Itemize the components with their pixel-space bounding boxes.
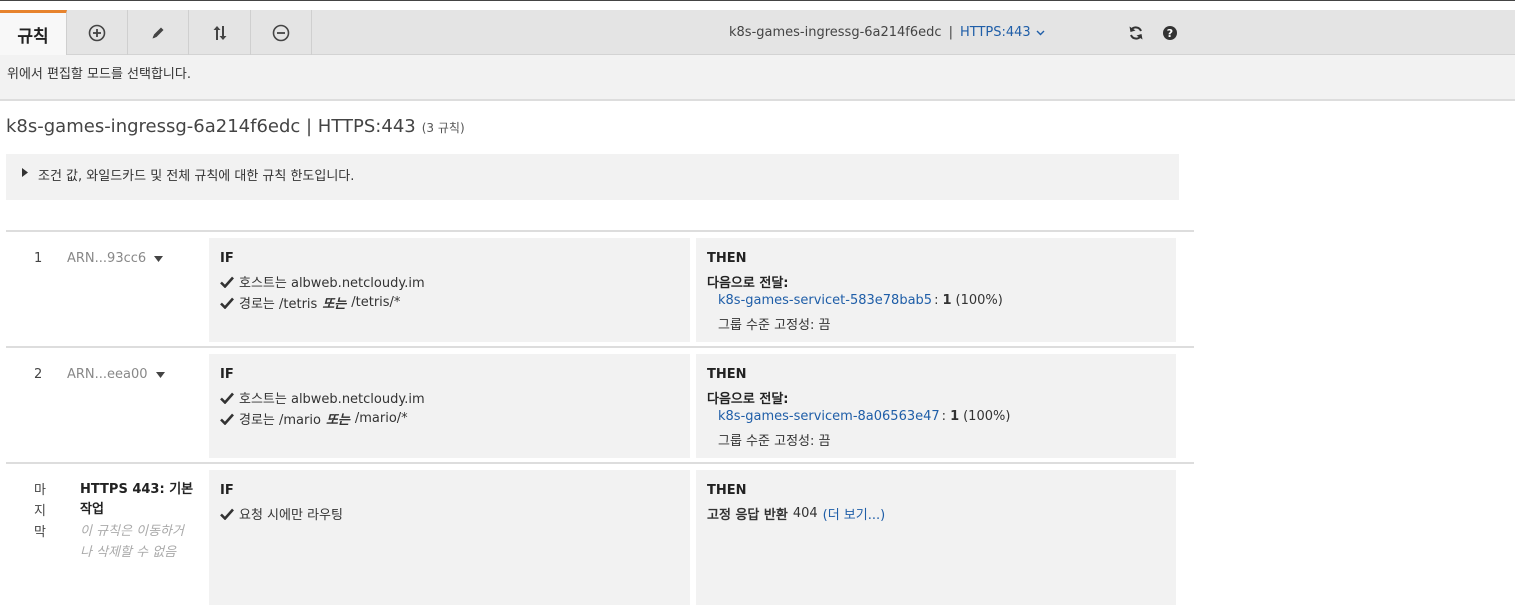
or-keyword: 또는 [325,413,350,428]
mode-hint-bar: 위에서 편집할 모드를 선택합니다. [0,55,1515,101]
top-border [0,0,1515,1]
default-rule-row: 마 지 막 HTTPS 443: 기본 작업 이 규칙은 이동하거나 삭제할 수… [6,462,1194,605]
rule-arn-dropdown[interactable]: ARN...eea00 [67,367,165,382]
listener-dropdown[interactable]: HTTPS:443 [960,25,1031,40]
rule-number: 1 [34,251,43,266]
target-percent: (100%) [955,293,1003,308]
target-weight: 1 [942,293,952,308]
stickiness-text: 그룹 수준 고정성: 끔 [718,434,831,449]
default-rule-number-char: 막 [34,525,46,540]
status-code: 404 [792,506,818,521]
edit-rules-button[interactable] [128,10,189,55]
check-icon [220,297,234,309]
if-label: IF [220,367,234,382]
forward-label: 다음으로 전달: [707,276,789,291]
path-condition: 경로는 /mario 또는/mario/* [220,409,408,428]
title-separator: | [948,25,953,40]
rule-row: 1 ARN...93cc6 IF 호스트는 albweb.netcloudy.i… [6,230,1194,346]
sort-icon [213,25,226,40]
target-weight: 1 [950,409,960,424]
help-button[interactable]: ? [1162,10,1178,55]
host-condition-text: 호스트는 albweb.netcloudy.im [239,276,425,291]
target-group-entry: k8s-games-servicem-8a06563e47:1 (100%) [718,409,1010,424]
rule-actions: THEN 고정 응답 반환 404 (더 보기...) [696,470,1176,605]
target-percent: (100%) [963,409,1011,424]
rule-number: 2 [34,367,43,382]
rule-limits-expander[interactable]: 조건 값, 와일드카드 및 전체 규칙에 대한 규칙 한도입니다. [6,154,1179,200]
or-keyword: 또는 [322,297,347,312]
rule-conditions: IF 호스트는 albweb.netcloudy.im 경로는 /tetris 또… [209,238,690,342]
minus-circle-icon [272,24,290,41]
stickiness-text: 그룹 수준 고정성: 끔 [718,318,831,333]
default-rule-number-char: 지 [34,504,46,519]
host-condition: 호스트는 albweb.netcloudy.im [220,272,425,291]
host-condition-text: 호스트는 albweb.netcloudy.im [239,392,425,407]
forward-label: 다음으로 전달: [707,392,789,407]
default-rule-number-char: 마 [34,483,46,498]
tab-rules-label: 규칙 [17,27,49,47]
then-label: THEN [707,483,747,498]
target-group-link[interactable]: k8s-games-servicet-583e78bab5 [718,293,932,308]
reorder-rules-button[interactable] [189,10,251,55]
if-label: IF [220,251,234,266]
target-group-link[interactable]: k8s-games-servicem-8a06563e47 [718,409,940,424]
then-label: THEN [707,251,747,266]
default-rule-note: 이 규칙은 이동하거나 삭제할 수 없음 [80,524,184,560]
rule-limits-text: 조건 값, 와일드카드 및 전체 규칙에 대한 규칙 한도입니다. [38,169,355,184]
fixed-response-label: 고정 응답 반환 [707,508,788,523]
rule-count: (3 규칙) [421,121,465,135]
rule-conditions: IF 요청 시에만 라우팅 [209,470,690,605]
delete-rules-button[interactable] [251,10,312,55]
page-title: k8s-games-ingressg-6a214f6edc | HTTPS:44… [6,116,465,137]
path-condition: 경로는 /tetris 또는/tetris/* [220,293,400,312]
rule-arn: ARN...eea00 [67,367,148,382]
load-balancer-name: k8s-games-ingressg-6a214f6edc [729,25,942,40]
caret-down-icon [155,371,165,378]
weight-separator: : [941,409,947,424]
path-condition-text: 경로는 /tetris [239,297,318,312]
refresh-button[interactable] [1128,10,1144,55]
path-condition-text: 경로는 /mario [239,413,321,428]
default-rule-number: 마 지 막 [34,480,48,543]
path-condition-alt: /mario/* [354,411,408,426]
default-condition: 요청 시에만 라우팅 [220,504,343,523]
fixed-response-action: 고정 응답 반환 404 (더 보기...) [707,504,885,523]
tab-rules[interactable]: 규칙 [0,10,67,56]
rule-actions: THEN 다음으로 전달: k8s-games-servicet-583e78b… [696,238,1176,342]
chevron-down-icon [1036,30,1045,35]
rule-conditions: IF 호스트는 albweb.netcloudy.im 경로는 /mario 또는… [209,354,690,458]
page-title-text: k8s-games-ingressg-6a214f6edc | HTTPS:44… [6,116,416,137]
listener-selector[interactable]: k8s-games-ingressg-6a214f6edc | HTTPS:44… [729,10,1045,55]
rule-arn-dropdown[interactable]: ARN...93cc6 [67,251,164,266]
rule-arn: ARN...93cc6 [67,251,147,266]
caret-right-icon [22,168,28,177]
check-icon [220,392,234,404]
pencil-icon [152,27,164,38]
if-label: IF [220,483,234,498]
caret-down-icon [154,255,164,262]
toolbar: 규칙 k8s-games-ingressg-6a214f6edc | HTTPS [0,10,1515,56]
host-condition: 호스트는 albweb.netcloudy.im [220,388,425,407]
weight-separator: : [934,293,939,308]
help-icon: ? [1163,25,1177,40]
mode-hint-text: 위에서 편집할 모드를 선택합니다. [7,67,191,82]
then-label: THEN [707,367,747,382]
rule-row: 2 ARN...eea00 IF 호스트는 albweb.netcloudy.i… [6,346,1194,462]
show-more-link[interactable]: (더 보기...) [823,504,886,523]
default-condition-text: 요청 시에만 라우팅 [239,508,343,523]
plus-circle-icon [88,24,106,41]
check-icon [220,508,234,520]
check-icon [220,413,234,425]
default-rule-name: HTTPS 443: 기본 작업 [80,482,194,517]
target-group-entry: k8s-games-servicet-583e78bab5:1 (100%) [718,293,1003,308]
check-icon [220,276,234,288]
svg-text:?: ? [1167,27,1173,40]
path-condition-alt: /tetris/* [351,295,401,310]
add-rule-button[interactable] [67,10,128,55]
refresh-icon [1129,25,1143,40]
rule-actions: THEN 다음으로 전달: k8s-games-servicem-8a06563… [696,354,1176,458]
